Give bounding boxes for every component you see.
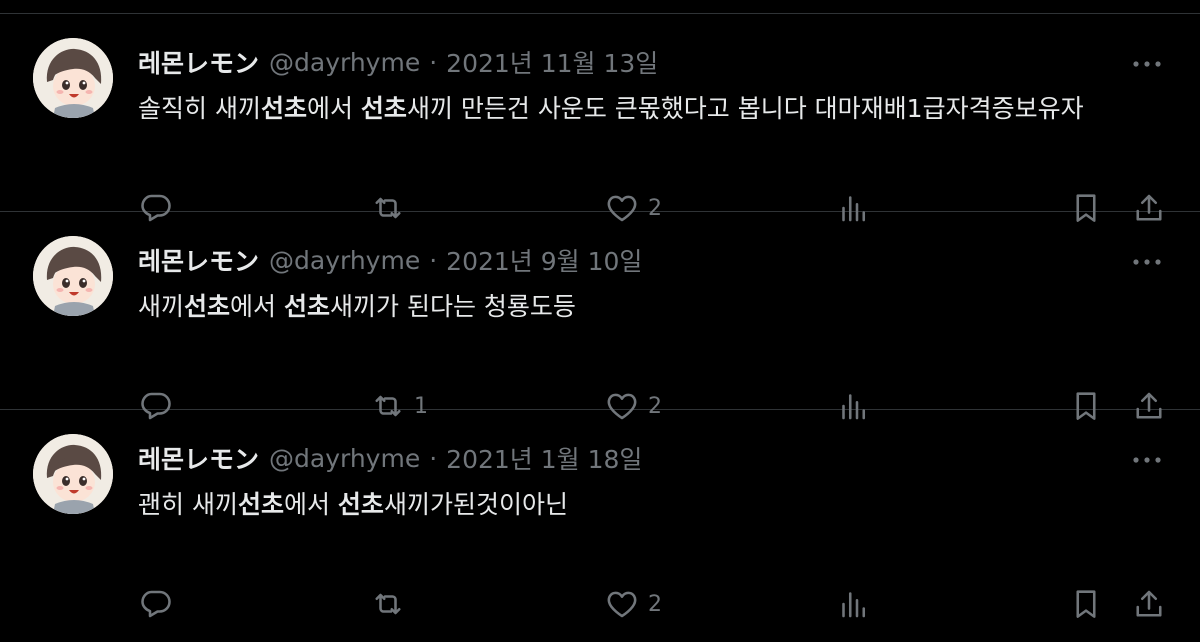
tweet-text-segment: 괜히 새끼 — [138, 490, 238, 519]
retweet-icon — [375, 593, 401, 615]
tweet-text-segment: 새끼가된것이아닌 — [383, 490, 568, 519]
reply-button[interactable] — [138, 584, 182, 624]
tweet[interactable]: 레몬レモン @dayrhyme · 2021년 1월 18일 괜히 새끼선초에서… — [0, 410, 1200, 642]
tweet-text-bold-segment: 선초 — [337, 490, 384, 519]
tweet-text-bold-segment: 선초 — [283, 292, 330, 321]
more-horizontal-icon[interactable] — [1132, 456, 1162, 464]
avatar[interactable] — [33, 236, 113, 316]
heart-icon — [607, 591, 637, 618]
tweet-text-segment: 새끼가 된다는 청룡도등 — [330, 292, 576, 321]
avatar-illustration — [33, 236, 113, 316]
tweet-actions: 2 — [0, 584, 1200, 624]
bookmark-button[interactable] — [1068, 584, 1104, 624]
separator-dot: · — [429, 443, 438, 473]
display-name[interactable]: 레몬レモン — [138, 440, 259, 476]
tweet-text-segment: 새끼 만든건 사운도 큰몫했다고 봅니다 대마재배1급자격증보유자 — [406, 94, 1084, 123]
reply-icon — [141, 590, 171, 618]
avatar-illustration — [33, 434, 113, 514]
more-horizontal-icon[interactable] — [1132, 258, 1162, 266]
avatar[interactable] — [33, 434, 113, 514]
tweet-text-segment: 에서 — [283, 490, 338, 519]
separator-dot: · — [429, 47, 438, 77]
tweet-text-segment: 솔직히 새끼 — [138, 94, 261, 123]
top-divider — [0, 0, 1200, 14]
tweet-text-segment: 에서 — [306, 94, 361, 123]
tweet[interactable]: 레몬レモン @dayrhyme · 2021년 9월 10일 새끼선초에서 선초… — [0, 212, 1200, 420]
tweet-header: 레몬レモン @dayrhyme · 2021년 11월 13일 — [138, 44, 658, 80]
tweet-text-bold-segment: 선초 — [260, 94, 307, 123]
tweet-text: 솔직히 새끼선초에서 선초새끼 만든건 사운도 큰몫했다고 봅니다 대마재배1급… — [138, 90, 1168, 127]
more-horizontal-icon[interactable] — [1132, 60, 1162, 68]
tweet-text: 새끼선초에서 선초새끼가 된다는 청룡도등 — [138, 288, 1168, 325]
tweet-date[interactable]: 2021년 9월 10일 — [446, 242, 642, 278]
tweet-header: 레몬レモン @dayrhyme · 2021년 9월 10일 — [138, 242, 642, 278]
user-handle[interactable]: @dayrhyme — [269, 246, 420, 275]
tweet-header: 레몬レモン @dayrhyme · 2021년 1월 18일 — [138, 440, 642, 476]
share-icon — [1136, 590, 1162, 617]
like-button[interactable]: 2 — [604, 584, 662, 624]
display-name[interactable]: 레몬レモン — [138, 242, 259, 278]
display-name[interactable]: 레몬レモン — [138, 44, 259, 80]
timeline-feed: 레몬レモン @dayrhyme · 2021년 11월 13일 솔직히 새끼선초… — [0, 0, 1200, 642]
avatar-illustration — [33, 38, 113, 118]
views-icon — [842, 592, 866, 618]
separator-dot: · — [429, 245, 438, 275]
retweet-button[interactable] — [370, 584, 414, 624]
tweet-text: 괜히 새끼선초에서 선초새끼가된것이아닌 — [138, 486, 1168, 523]
share-button[interactable] — [1131, 584, 1167, 624]
user-handle[interactable]: @dayrhyme — [269, 444, 420, 473]
tweet-date[interactable]: 2021년 1월 18일 — [446, 440, 642, 476]
tweet-text-bold-segment: 선초 — [184, 292, 231, 321]
tweet[interactable]: 레몬レモン @dayrhyme · 2021년 11월 13일 솔직히 새끼선초… — [0, 14, 1200, 222]
tweet-date[interactable]: 2021년 11월 13일 — [446, 44, 658, 80]
tweet-text-segment: 새끼 — [138, 292, 185, 321]
user-handle[interactable]: @dayrhyme — [269, 48, 420, 77]
tweet-text-bold-segment: 선초 — [237, 490, 284, 519]
like-count: 2 — [648, 591, 662, 617]
avatar[interactable] — [33, 38, 113, 118]
views-button[interactable] — [836, 584, 872, 624]
tweet-text-segment: 에서 — [230, 292, 284, 321]
tweet-text-bold-segment: 선초 — [360, 94, 407, 123]
bookmark-icon — [1076, 590, 1096, 618]
